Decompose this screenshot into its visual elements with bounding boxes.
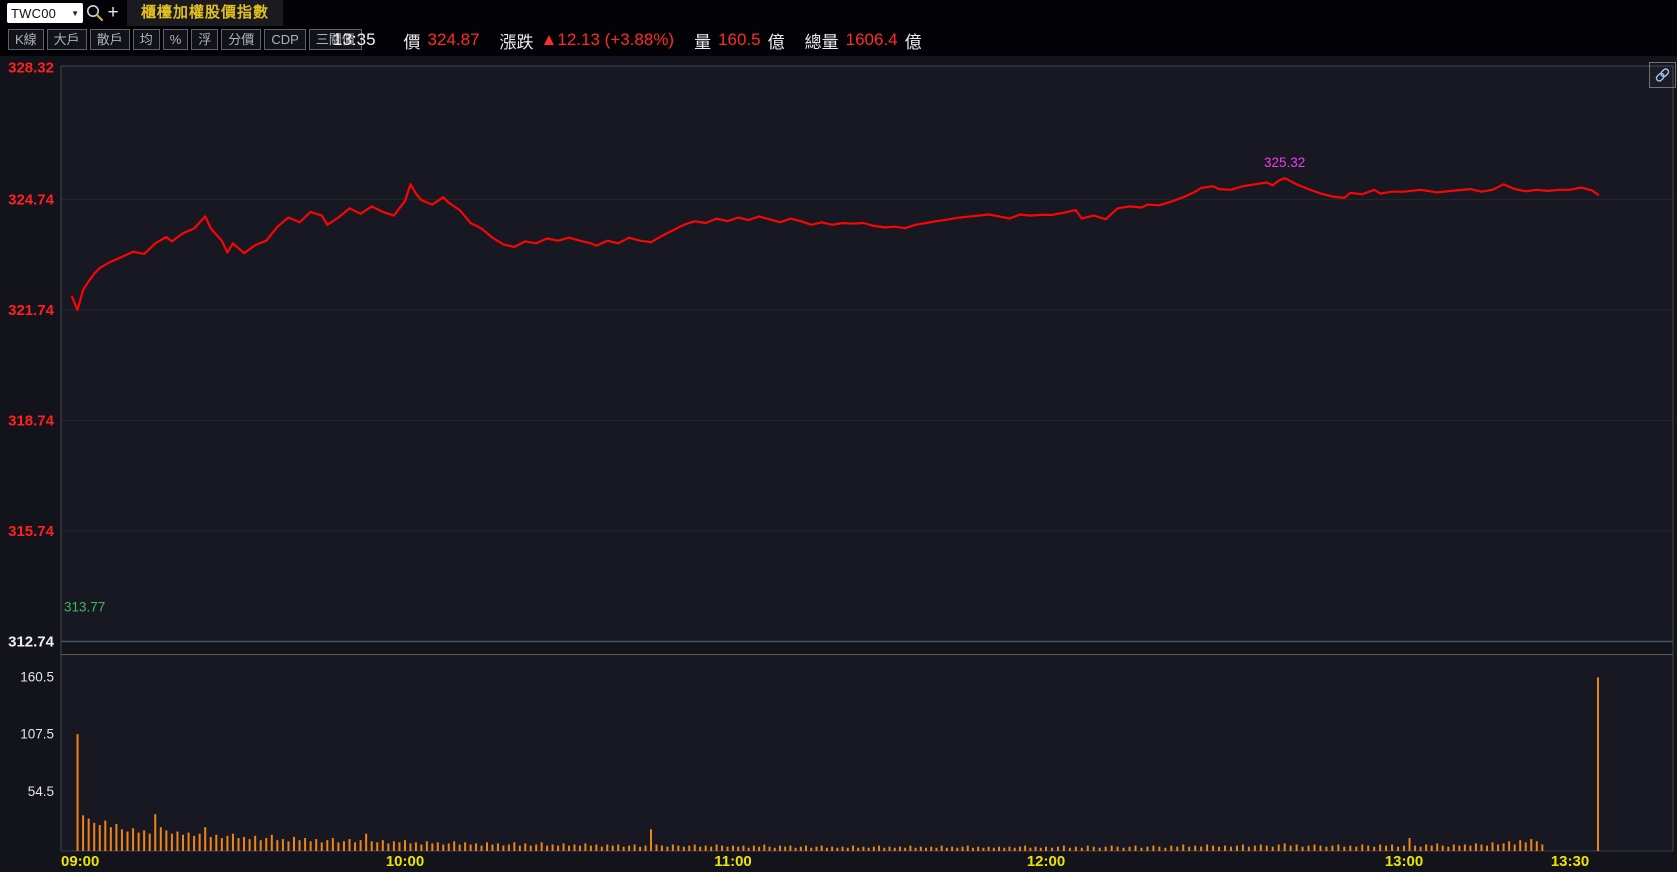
toolbar-button-kline[interactable]: K線 [8, 29, 44, 50]
closing-auction-volume-bar [1597, 677, 1599, 851]
svg-text:160.5: 160.5 [20, 669, 54, 684]
dropdown-caret-icon[interactable]: ▼ [71, 9, 79, 18]
toolbar-button-floating[interactable]: 浮 [191, 29, 219, 50]
svg-text:312.74: 312.74 [8, 634, 55, 651]
search-icon[interactable] [85, 3, 105, 23]
chart-toolbar: K線 大戶 散戶均% 浮分價 CDP 三關價 [8, 29, 362, 50]
toolbar-button-major-players[interactable]: 大戶 [46, 29, 87, 50]
volume-label: 量 [694, 32, 712, 52]
toolbar-button-retail-investors[interactable]: 散戶 [89, 29, 130, 50]
change-value: ▲12.13 (+3.88%) [540, 30, 675, 49]
svg-text:13:00: 13:00 [1385, 853, 1423, 870]
volume-value: 160.5 [718, 30, 761, 49]
status-bar: 13:35 價 324.87 漲跌 ▲12.13 (+3.88%) 量 160.… [333, 29, 922, 52]
svg-text:328.32: 328.32 [8, 60, 54, 77]
toolbar-button-percent[interactable]: % [162, 29, 189, 50]
toolbar-button-average[interactable]: 均 [132, 29, 160, 50]
svg-text:321.74: 321.74 [8, 302, 55, 319]
svg-text:10:00: 10:00 [386, 853, 424, 870]
toolbar-button-price-distribution[interactable]: 分價 [221, 29, 262, 50]
total-volume-value: 1606.4 [845, 30, 898, 49]
tab-index-name[interactable]: 櫃檯加權股價指數 [127, 0, 284, 26]
svg-text:107.5: 107.5 [20, 727, 54, 742]
change-label: 漲跌 [499, 32, 534, 52]
price-plot-bg [61, 66, 1673, 642]
svg-text:11:00: 11:00 [714, 853, 752, 870]
window-link-button[interactable] [1649, 62, 1676, 88]
toolbar-button-cdp[interactable]: CDP [264, 29, 306, 50]
svg-text:54.5: 54.5 [28, 784, 54, 799]
symbol-value: TWC00 [11, 5, 57, 21]
svg-text:318.74: 318.74 [8, 412, 55, 429]
chain-link-icon [1655, 68, 1670, 82]
volume-unit: 億 [767, 32, 785, 52]
price-value: 324.87 [427, 30, 480, 49]
volume-plot-bg [61, 654, 1673, 851]
svg-text:324.74: 324.74 [8, 191, 55, 208]
trading-app-window: 328.32 324.74 321.74 318.74 315.74 312.74 160.… [0, 0, 1677, 872]
reference-low-label: 313.77 [64, 600, 105, 615]
svg-text:315.74: 315.74 [8, 523, 55, 540]
add-symbol-button[interactable]: + [105, 1, 121, 25]
header-bar: TWC00 ▼ + 櫃檯加權股價指數 K線 大戶 散戶均% 浮分價 CDP 三關價 13:… [0, 0, 1677, 56]
quote-time: 13:35 [333, 30, 376, 49]
day-high-label: 325.32 [1264, 155, 1305, 170]
svg-text:09:00: 09:00 [61, 853, 99, 870]
svg-text:13:30: 13:30 [1551, 853, 1589, 870]
symbol-input[interactable]: TWC00 ▼ [7, 3, 83, 23]
total-volume-label: 總量 [804, 32, 839, 52]
intraday-chart[interactable]: 328.32 324.74 321.74 318.74 315.74 312.74 160.… [0, 0, 1677, 872]
total-volume-unit: 億 [904, 32, 922, 52]
svg-text:12:00: 12:00 [1027, 853, 1065, 870]
price-label: 價 [403, 32, 421, 52]
